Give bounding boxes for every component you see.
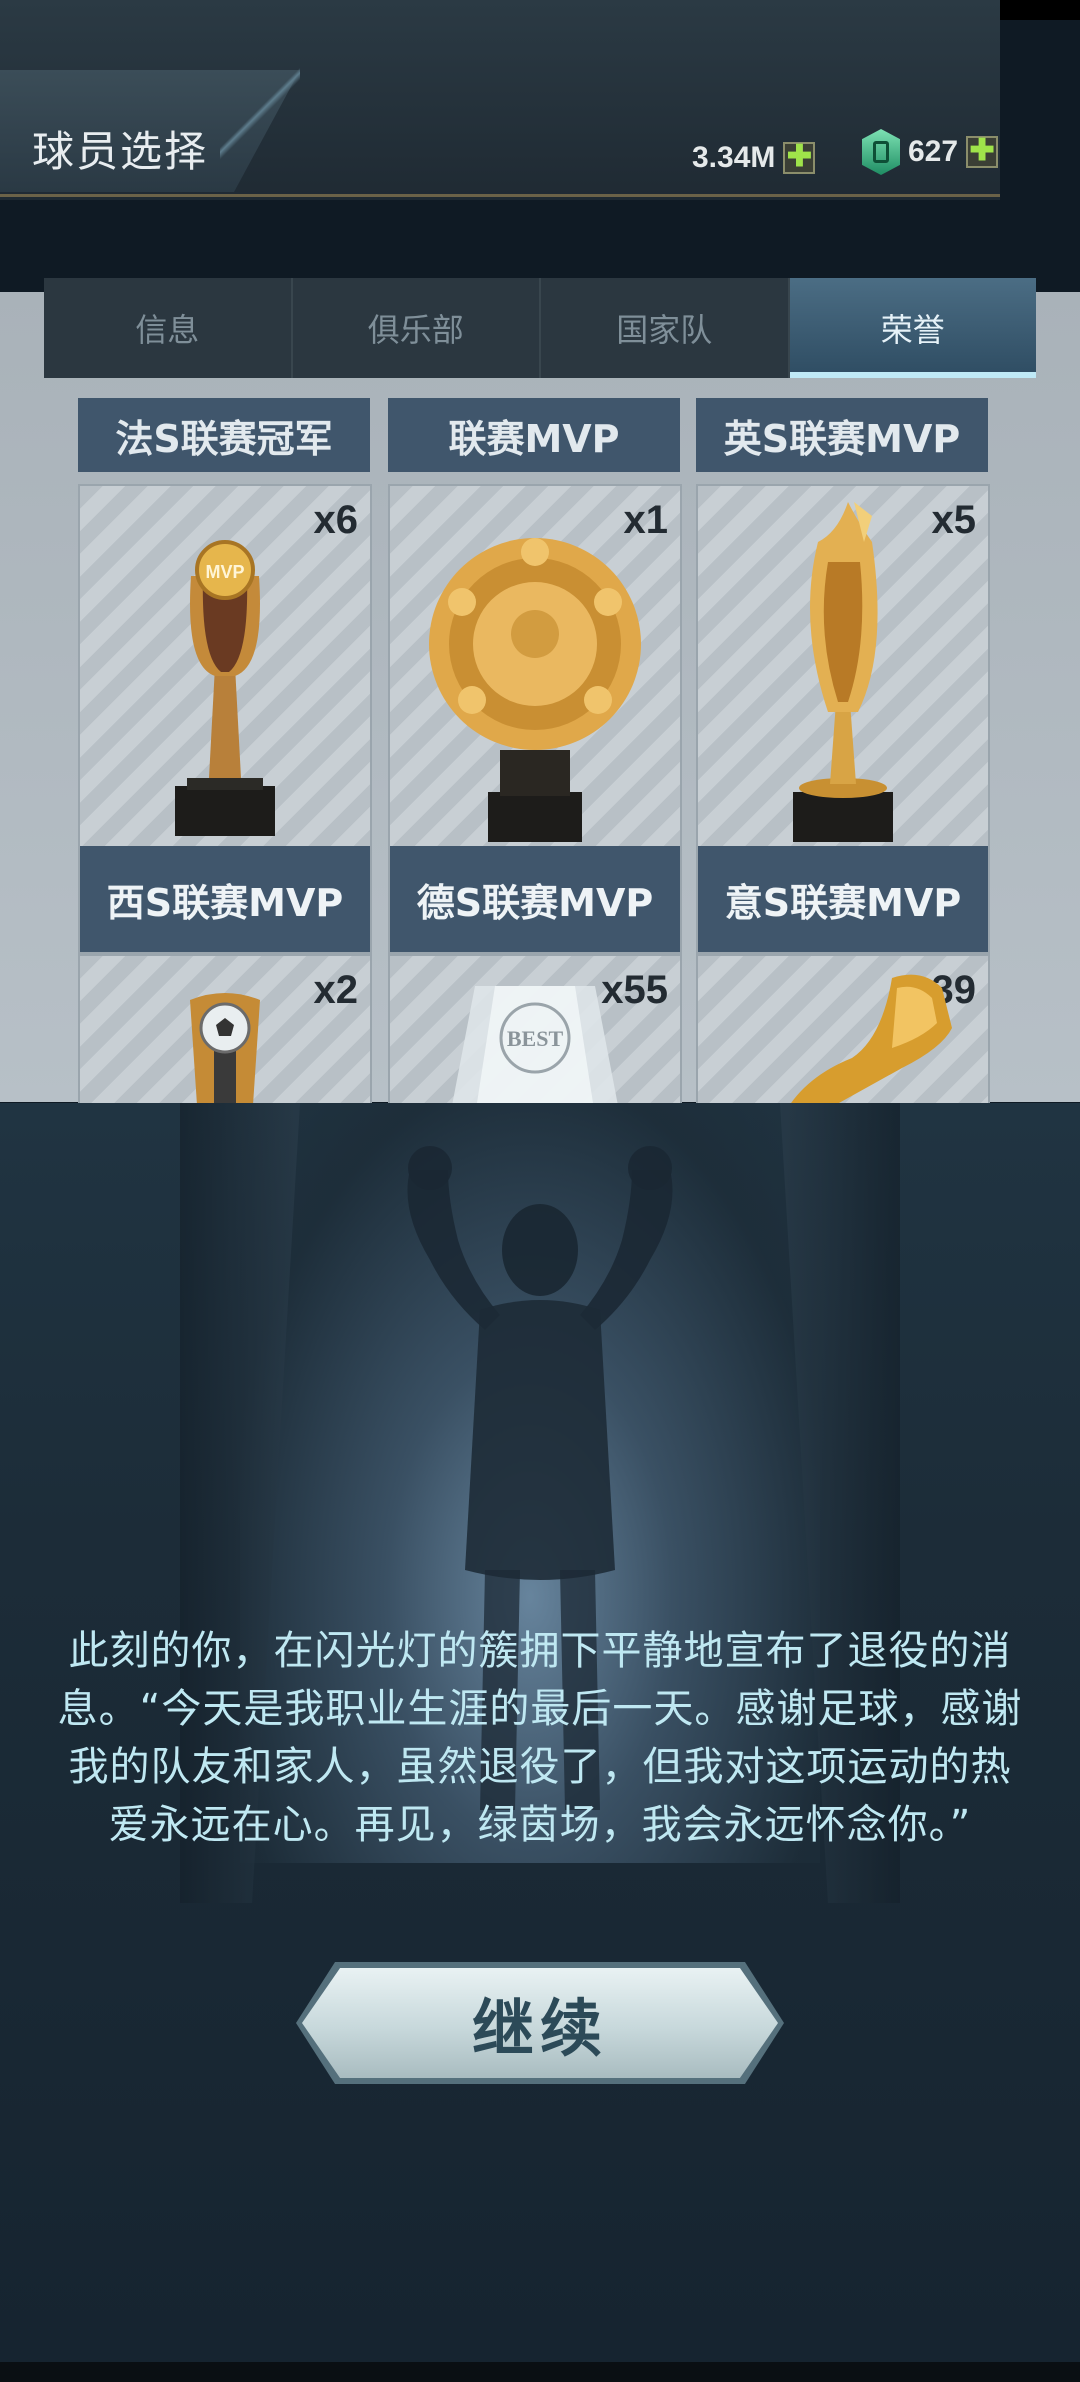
gem-amount: 627 <box>908 135 959 168</box>
honor-screen: 球员选择 3.34M ✚ 627 ✚ 信息 俱乐部 国家队 荣誉 法S联赛冠军 … <box>0 0 1080 2382</box>
title-plate-edge <box>220 30 300 195</box>
honor-count: x2 <box>313 968 359 1012</box>
best-badge-text: BEST <box>507 1026 564 1051</box>
honor-card[interactable]: x2 <box>78 954 372 1114</box>
honor-card[interactable]: x1 德S联赛MVP <box>388 484 682 954</box>
golden-boot-trophy-icon <box>785 974 952 1112</box>
tab-honors[interactable]: 荣誉 <box>789 278 1036 378</box>
honor-card[interactable]: x5 意S联赛MVP <box>696 484 990 954</box>
honor-name: 意S联赛MVP <box>698 846 988 952</box>
add-coins-button[interactable]: ✚ <box>783 142 816 174</box>
honor-name: 西S联赛MVP <box>80 846 370 952</box>
honor-name: 德S联赛MVP <box>390 846 680 952</box>
honor-card[interactable]: x55 BEST <box>388 954 682 1114</box>
continue-button-label: 继续 <box>471 1992 608 2065</box>
status-bar-corner <box>1000 0 1080 20</box>
retirement-story-text: 此刻的你，在闪光灯的簇拥下平静地宣布了退役的消息。“今天是我职业生涯的最后一天。… <box>57 1628 1023 1848</box>
tab-bar: 信息 俱乐部 国家队 荣誉 <box>44 278 1036 378</box>
ball-trophy-icon <box>190 993 260 1112</box>
mvp-badge-text: MVP <box>205 562 244 582</box>
swirl-trophy-icon <box>793 502 893 842</box>
tab-national-team[interactable]: 国家队 <box>541 278 790 378</box>
coin-amount: 3.34M <box>692 141 776 174</box>
coin-balance: 3.34M ✚ <box>692 138 816 178</box>
honor-count: x5 <box>931 498 977 542</box>
honor-card[interactable]: x39 <box>696 954 990 1114</box>
tab-club[interactable]: 俱乐部 <box>293 278 541 378</box>
top-bar-divider <box>0 194 1000 197</box>
continue-button[interactable]: 继续 <box>302 1968 778 2078</box>
honor-count: x6 <box>313 498 359 542</box>
mvp-trophy-icon: MVP <box>175 540 275 836</box>
page-title: 球员选择 <box>32 127 209 176</box>
add-gems-button[interactable]: ✚ <box>966 136 999 168</box>
honor-label-french-league-champion: 法S联赛冠军 <box>78 398 370 472</box>
honor-label-english-league-mvp: 英S联赛MVP <box>696 398 988 472</box>
best-crystal-trophy-icon: BEST <box>450 986 620 1112</box>
honor-card[interactable]: x6 MVP 西S联赛MVP <box>78 484 372 954</box>
honor-label-league-mvp: 联赛MVP <box>388 398 680 472</box>
tab-info[interactable]: 信息 <box>44 278 293 378</box>
gem-icon <box>862 129 900 175</box>
bottom-edge-bar <box>0 2362 1080 2382</box>
shield-plate-trophy-icon <box>429 538 641 842</box>
gem-balance: 627 ✚ <box>862 129 999 175</box>
